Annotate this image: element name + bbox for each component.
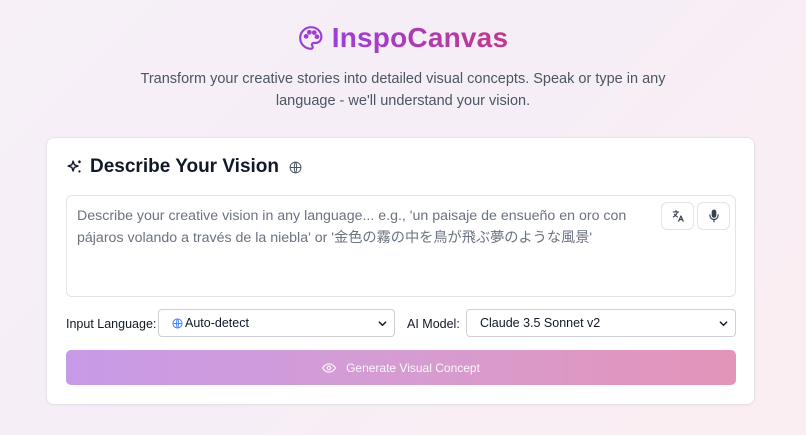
- globe-icon: [289, 161, 302, 173]
- microphone-icon: [708, 209, 719, 223]
- ai-model-value: Claude 3.5 Sonnet v2: [480, 316, 601, 330]
- sparkles-icon: [67, 159, 81, 172]
- vision-card: Describe Your Vision Describe your creat…: [46, 137, 755, 405]
- chevron-down-icon: [378, 321, 387, 327]
- input-language-select[interactable]: Auto-detect: [158, 309, 395, 337]
- generate-button-label: Generate Visual Concept: [346, 360, 480, 375]
- app-header: InspoCanvas: [0, 22, 806, 54]
- ai-model-select[interactable]: Claude 3.5 Sonnet v2: [466, 309, 736, 337]
- tagline: Transform your creative stories into det…: [140, 71, 666, 109]
- globe-icon: [172, 317, 183, 329]
- prompt-placeholder: Describe your creative vision in any lan…: [77, 208, 627, 246]
- chevron-down-icon: [719, 321, 728, 327]
- microphone-button[interactable]: [697, 202, 730, 230]
- app-title: InspoCanvas: [331, 22, 509, 53]
- ai-model-label: AI Model:: [407, 317, 460, 331]
- eye-icon: [322, 362, 337, 373]
- generate-visual-concept-button[interactable]: Generate Visual Concept: [66, 350, 736, 385]
- input-language-value: Auto-detect: [185, 316, 249, 330]
- palette-icon: [298, 26, 323, 50]
- translate-icon: [672, 210, 684, 222]
- card-title: Describe Your Vision: [90, 156, 280, 177]
- translate-button[interactable]: [661, 202, 694, 230]
- vision-prompt-input[interactable]: Describe your creative vision in any lan…: [66, 195, 736, 297]
- input-language-label: Input Language:: [66, 317, 157, 331]
- card-header: Describe Your Vision: [66, 156, 302, 178]
